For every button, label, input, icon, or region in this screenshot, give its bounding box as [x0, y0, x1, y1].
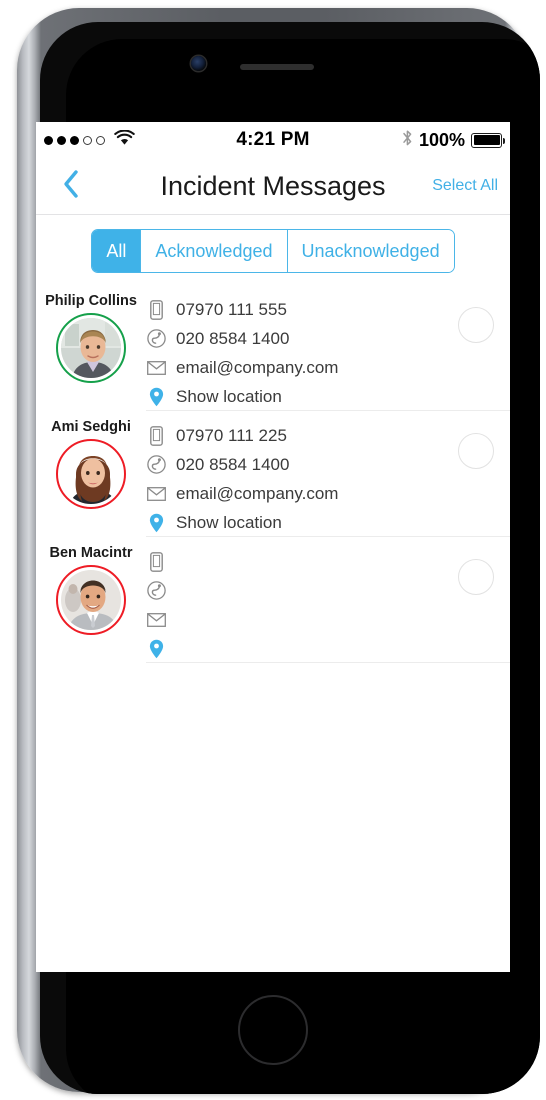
telephone-icon: [146, 455, 166, 474]
bluetooth-icon: [402, 129, 413, 152]
map-pin-icon: [146, 387, 166, 407]
contact-name: Ben Macintr: [49, 545, 133, 561]
avatar-philip-collins: [56, 313, 126, 383]
contact-location-label: Show location: [176, 512, 282, 532]
home-button[interactable]: [238, 995, 308, 1065]
avatar-photo: [61, 444, 121, 504]
envelope-icon: [146, 360, 166, 375]
contact-phone-row[interactable]: 020 8584 1400: [146, 450, 440, 479]
envelope-icon: [146, 486, 166, 501]
contact-location-row[interactable]: Show location: [146, 382, 440, 411]
status-bar-right: 100%: [402, 122, 505, 158]
contact-mobile-row[interactable]: 07970 111 225: [146, 421, 440, 450]
tab-all[interactable]: All: [92, 230, 141, 272]
telephone-icon: [146, 329, 166, 348]
phone-screen: 4:21 PM 100% Incident Messages Select Al…: [36, 122, 510, 972]
front-camera-icon: [191, 56, 206, 71]
table-row[interactable]: Ami Sedghi 07970 111 225 020 8584 1400 e…: [36, 411, 510, 537]
map-pin-icon: [146, 513, 166, 533]
contact-email-row[interactable]: email@company.com: [146, 479, 440, 508]
tab-unacknowledged[interactable]: Unacknowledged: [286, 230, 454, 272]
battery-fill: [473, 135, 500, 145]
mobile-phone-icon: [146, 551, 166, 572]
map-pin-icon: [146, 639, 166, 659]
selection-circle-icon[interactable]: [458, 559, 494, 595]
contact-phone-row[interactable]: 020 8584 1400: [146, 324, 440, 353]
navigation-bar: Incident Messages Select All: [36, 158, 510, 215]
envelope-icon: [146, 612, 166, 627]
contact-name: Ami Sedghi: [51, 419, 131, 435]
selection-circle-icon[interactable]: [458, 307, 494, 343]
contact-location-row[interactable]: Show location: [146, 508, 440, 537]
tab-acknowledged[interactable]: Acknowledged: [140, 230, 287, 272]
selection-circle-icon[interactable]: [458, 433, 494, 469]
contact-identity: Ben Macintr: [36, 543, 146, 663]
earpiece-speaker: [240, 64, 314, 70]
row-separator: [146, 662, 510, 663]
contact-email-value: email@company.com: [176, 357, 339, 377]
battery-percent-label: 100%: [418, 129, 465, 150]
filter-tabs-container: All Acknowledged Unacknowledged: [36, 215, 510, 285]
select-all-button[interactable]: Select All: [432, 158, 498, 214]
contact-location-row[interactable]: [146, 634, 440, 663]
contact-details: 07970 111 555 020 8584 1400 email@compan…: [146, 291, 510, 411]
mobile-phone-icon: [146, 425, 166, 446]
mobile-phone-icon: [146, 299, 166, 320]
contact-phone-value: 020 8584 1400: [176, 454, 290, 474]
contact-details: 07970 111 225 020 8584 1400 email@compan…: [146, 417, 510, 537]
battery-icon: [471, 132, 505, 148]
status-bar: 4:21 PM 100%: [36, 122, 510, 158]
table-row[interactable]: Philip Collins 07970 111 555 020 8584 14…: [36, 285, 510, 411]
contact-email-row[interactable]: [146, 605, 440, 634]
contact-phone-row[interactable]: [146, 576, 440, 605]
table-row[interactable]: Ben Macintr: [36, 537, 510, 663]
contact-mobile-row[interactable]: 07970 111 555: [146, 295, 440, 324]
avatar-ami-sedghi: [56, 439, 126, 509]
contact-mobile-value: 07970 111 555: [176, 299, 287, 319]
contact-identity: Ami Sedghi: [36, 417, 146, 537]
incident-message-list: Philip Collins 07970 111 555 020 8584 14…: [36, 285, 510, 663]
contact-name: Philip Collins: [45, 293, 137, 309]
contact-phone-value: 020 8584 1400: [176, 328, 290, 348]
avatar-photo: [61, 570, 121, 630]
contact-mobile-row[interactable]: [146, 547, 440, 576]
contact-mobile-value: 07970 111 225: [176, 425, 287, 445]
contact-email-value: email@company.com: [176, 483, 339, 503]
contact-details: [146, 543, 510, 663]
contact-identity: Philip Collins: [36, 291, 146, 411]
avatar-photo: [61, 318, 121, 378]
avatar-ben-macintr: [56, 565, 126, 635]
contact-email-row[interactable]: email@company.com: [146, 353, 440, 382]
filter-segmented-control[interactable]: All Acknowledged Unacknowledged: [91, 229, 455, 273]
telephone-icon: [146, 581, 166, 600]
contact-location-label: Show location: [176, 386, 282, 406]
